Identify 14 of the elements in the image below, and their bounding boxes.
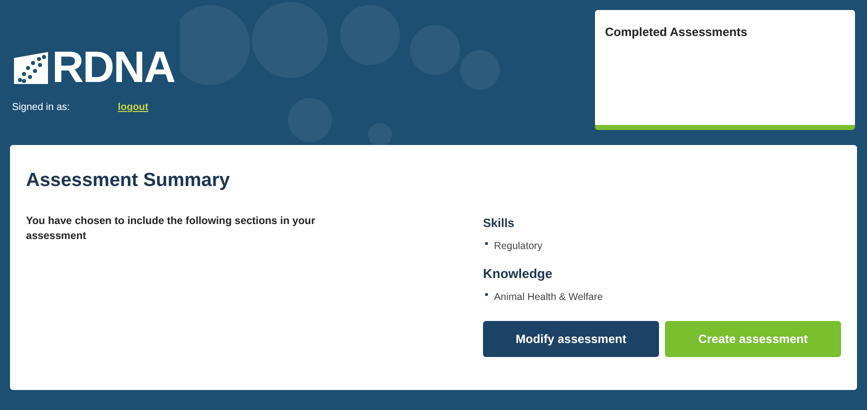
panel-title: Completed Assessments [605, 25, 748, 39]
bullet-icon [485, 293, 488, 296]
section-item: Animal Health & Welfare [494, 291, 603, 305]
logo-text: RDNA [52, 46, 175, 90]
intro-text: You have chosen to include the following sections in your assessment [26, 214, 316, 244]
assessment-button[interactable]: Modify assessment [483, 321, 659, 357]
signed-in-label: Signed in as: [12, 101, 70, 115]
logo-icon [12, 50, 50, 86]
section-heading: Skills [483, 214, 516, 232]
section-item: Regulatory [494, 240, 542, 254]
logout-link[interactable]: logout [118, 100, 148, 115]
summary-title: Assessment Summary [26, 169, 231, 193]
bullet-icon [485, 242, 488, 244]
section-heading: Knowledge [483, 264, 554, 283]
